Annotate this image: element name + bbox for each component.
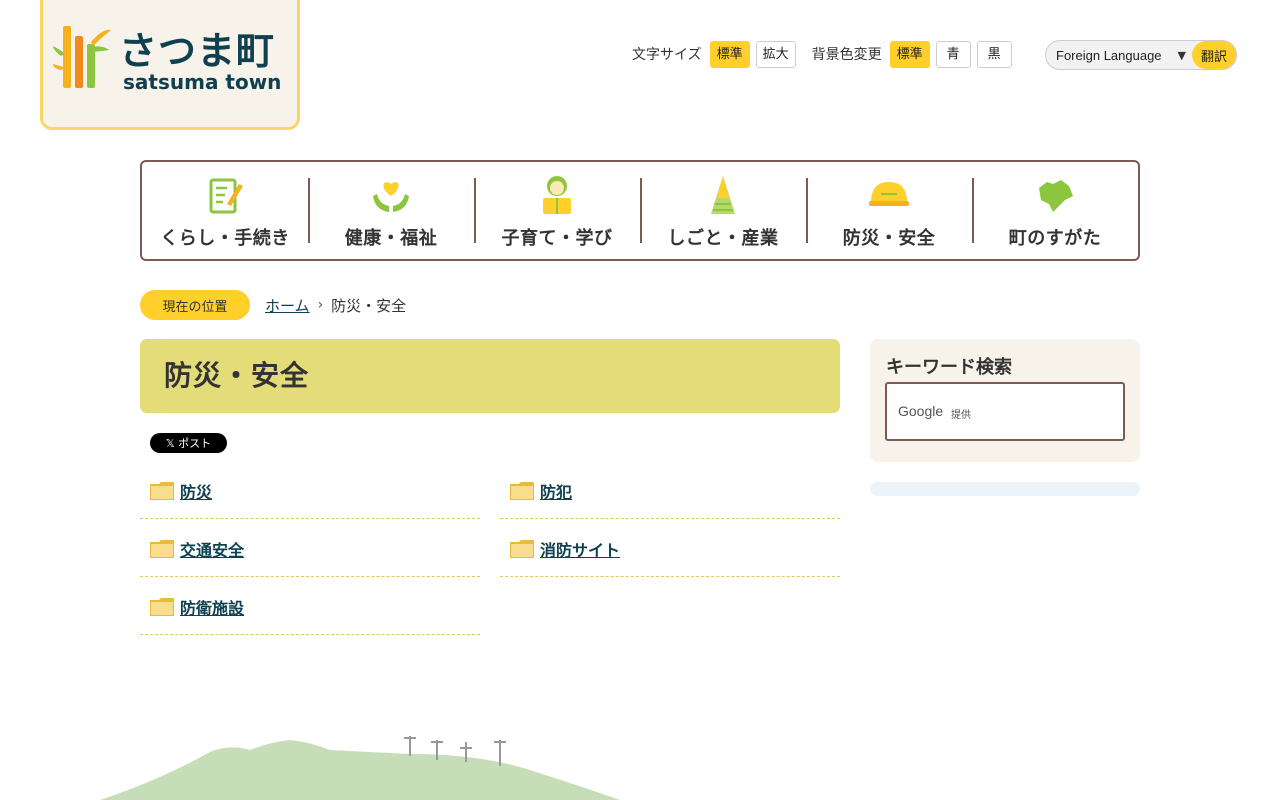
nav-label-child: 子育て・学び	[501, 228, 613, 249]
nav-label-work: しごと・産業	[667, 228, 779, 249]
font-size-label: 文字サイズ	[632, 47, 702, 63]
sidebar-banner	[870, 482, 1140, 496]
search-title: キーワード検索	[886, 357, 1012, 378]
page-title: 防災・安全	[140, 339, 840, 413]
folder-icon	[150, 539, 174, 558]
chevron-down-icon: ▼	[1177, 48, 1186, 62]
translate-button[interactable]: 翻訳	[1192, 41, 1236, 69]
search-input[interactable]: Google 提供	[885, 382, 1125, 441]
category-link-fire[interactable]: 消防サイト	[540, 537, 620, 561]
category-link-disaster[interactable]: 防災	[180, 479, 212, 503]
helmet-icon	[869, 182, 909, 206]
logo-name-en: satsuma town	[123, 70, 282, 94]
bg-blue-button[interactable]: 青	[935, 40, 971, 68]
child-book-icon	[543, 176, 571, 214]
list-item: 交通安全	[140, 521, 480, 577]
breadcrumb: 現在の位置 ホーム › 防災・安全	[140, 290, 406, 320]
category-link-defense[interactable]: 防衛施設	[180, 595, 244, 619]
nav-label-town: 町のすがた	[1008, 228, 1102, 249]
nav-item-health[interactable]: 健康・福祉	[308, 162, 474, 259]
category-link-traffic[interactable]: 交通安全	[180, 537, 244, 561]
folder-icon	[150, 481, 174, 500]
nav-item-safety[interactable]: 防災・安全	[806, 162, 972, 259]
list-item: 防衛施設	[140, 579, 480, 635]
font-standard-button[interactable]: 標準	[709, 40, 750, 68]
document-pen-icon	[209, 178, 243, 214]
display-tools: 文字サイズ 標準 拡大 背景色変更 標準 青 黒	[632, 40, 1018, 68]
provided-label: 提供	[951, 410, 971, 421]
nav-item-living[interactable]: くらし・手続き	[142, 162, 308, 259]
nav-label-living: くらし・手続き	[160, 228, 290, 249]
language-select[interactable]: Foreign Language	[1046, 48, 1178, 63]
breadcrumb-badge: 現在の位置	[140, 290, 250, 320]
keyword-search-panel: キーワード検索 Google 提供	[870, 339, 1140, 462]
google-label: Google	[898, 403, 944, 419]
mountain-illustration	[100, 736, 620, 800]
nav-item-work[interactable]: しごと・産業	[640, 162, 806, 259]
bamboo-shoot-icon	[711, 176, 735, 214]
font-large-button[interactable]: 拡大	[755, 40, 796, 68]
language-selector: Foreign Language ▼ 翻訳	[1045, 40, 1237, 70]
breadcrumb-separator-icon: ›	[317, 297, 324, 313]
bamboo-logo-icon	[53, 26, 111, 88]
logo-name-jp: さつま町	[119, 29, 276, 73]
list-item: 防災	[140, 463, 480, 519]
global-nav: くらし・手続き 健康・福祉 子育て・学び しごと・産業 防災・安全 町のすがた	[140, 160, 1140, 261]
list-item: 防犯	[500, 463, 840, 519]
nav-label-health: 健康・福祉	[344, 228, 438, 249]
folder-icon	[510, 481, 534, 500]
bg-standard-button[interactable]: 標準	[889, 40, 930, 68]
breadcrumb-current: 防災・安全	[331, 296, 407, 315]
folder-icon	[150, 597, 174, 616]
town-map-icon	[1039, 180, 1073, 212]
nav-item-child[interactable]: 子育て・学び	[474, 162, 640, 259]
nav-label-safety: 防災・安全	[842, 228, 936, 249]
x-post-button[interactable]: 𝕏 ポスト	[150, 433, 227, 453]
bg-color-label: 背景色変更	[811, 47, 882, 63]
bg-black-button[interactable]: 黒	[976, 40, 1012, 68]
category-link-crime[interactable]: 防犯	[540, 479, 572, 503]
breadcrumb-home-link[interactable]: ホーム	[265, 295, 310, 316]
nav-item-town[interactable]: 町のすがた	[972, 162, 1138, 259]
site-logo[interactable]: さつま町 satsuma town	[40, 0, 300, 130]
folder-icon	[510, 539, 534, 558]
list-item: 消防サイト	[500, 521, 840, 577]
heart-hands-icon	[373, 182, 409, 212]
